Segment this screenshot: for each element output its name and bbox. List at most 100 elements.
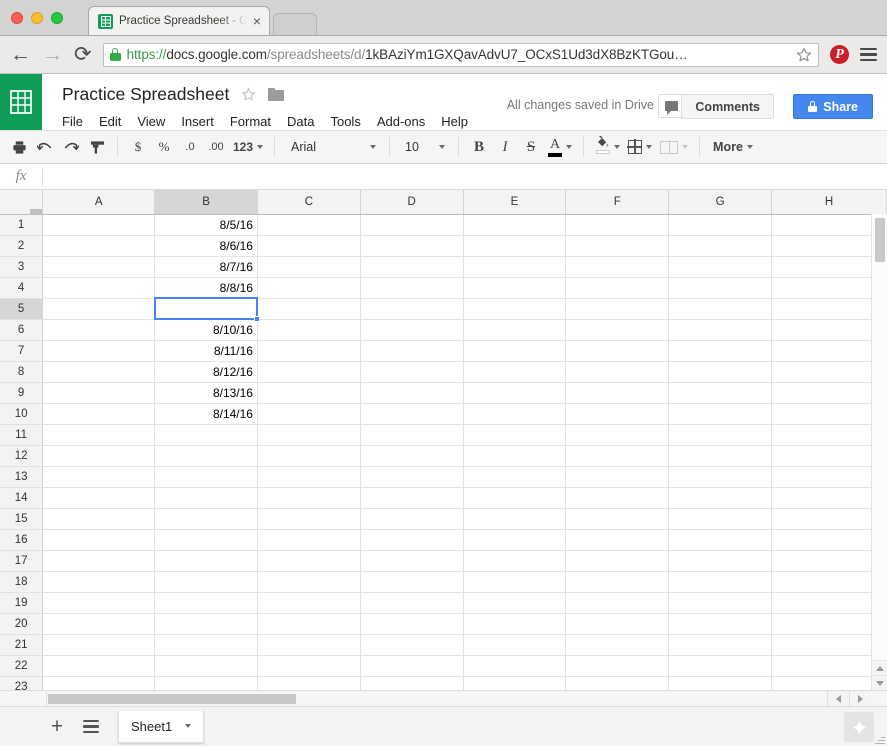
strikethrough-button[interactable]: S [518,134,544,160]
cell-C18[interactable] [257,571,360,592]
row-header-3[interactable]: 3 [0,256,43,277]
cell-G2[interactable] [669,235,772,256]
cell-E11[interactable] [463,424,566,445]
row-header-10[interactable]: 10 [0,403,43,424]
cell-C12[interactable] [257,445,360,466]
cell-F5[interactable] [566,298,669,319]
cell-H8[interactable] [771,361,886,382]
star-document-icon[interactable] [241,87,256,102]
cell-A1[interactable] [43,214,155,235]
column-header-f[interactable]: F [566,190,669,214]
cell-C11[interactable] [257,424,360,445]
sheets-logo[interactable] [0,74,42,130]
cell-E16[interactable] [463,529,566,550]
reload-icon[interactable]: ⟳ [74,44,92,65]
document-title[interactable]: Practice Spreadsheet [62,84,229,105]
cell-H12[interactable] [771,445,886,466]
cell-D3[interactable] [360,256,463,277]
row-header-17[interactable]: 17 [0,550,43,571]
print-icon[interactable] [6,134,32,160]
chevron-down-icon[interactable] [646,145,652,149]
cell-C22[interactable] [257,655,360,676]
cell-D5[interactable] [360,298,463,319]
cell-C9[interactable] [257,382,360,403]
column-header-d[interactable]: D [360,190,463,214]
cell-H3[interactable] [771,256,886,277]
new-tab-button[interactable] [273,13,317,35]
cell-D19[interactable] [360,592,463,613]
cell-E12[interactable] [463,445,566,466]
cell-H9[interactable] [771,382,886,403]
cell-B4[interactable]: 8/8/16 [155,277,258,298]
close-tab-button[interactable]: × [253,14,263,28]
fill-handle[interactable] [254,316,260,322]
cell-G16[interactable] [669,529,772,550]
bold-button[interactable]: B [466,134,492,160]
cell-F19[interactable] [566,592,669,613]
cell-D2[interactable] [360,235,463,256]
add-sheet-button[interactable]: + [40,710,74,744]
cell-G19[interactable] [669,592,772,613]
cell-B9[interactable]: 8/13/16 [155,382,258,403]
cell-D11[interactable] [360,424,463,445]
column-header-a[interactable]: A [43,190,155,214]
vertical-scrollbar[interactable] [871,214,887,690]
cell-C15[interactable] [257,508,360,529]
cell-B19[interactable] [155,592,258,613]
horizontal-scrollbar-thumb[interactable] [48,694,296,704]
cell-E2[interactable] [463,235,566,256]
cell-D22[interactable] [360,655,463,676]
cell-C5[interactable] [257,298,360,319]
percent-format-button[interactable]: % [151,134,177,160]
cell-B18[interactable] [155,571,258,592]
cell-H16[interactable] [771,529,886,550]
cell-C1[interactable] [257,214,360,235]
vertical-scrollbar-thumb[interactable] [875,218,885,262]
cell-A16[interactable] [43,529,155,550]
cell-A5[interactable] [43,298,155,319]
paint-format-icon[interactable] [84,134,110,160]
row-header-22[interactable]: 22 [0,655,43,676]
row-header-2[interactable]: 2 [0,235,43,256]
cell-A13[interactable] [43,466,155,487]
cell-D17[interactable] [360,550,463,571]
cell-E6[interactable] [463,319,566,340]
row-header-8[interactable]: 8 [0,361,43,382]
cell-C6[interactable] [257,319,360,340]
cell-F13[interactable] [566,466,669,487]
scroll-down-button[interactable] [872,675,887,690]
cell-A14[interactable] [43,487,155,508]
menu-file[interactable]: File [62,111,91,132]
cell-B20[interactable] [155,613,258,634]
menu-format[interactable]: Format [222,111,279,132]
cell-A12[interactable] [43,445,155,466]
cell-H4[interactable] [771,277,886,298]
cell-G3[interactable] [669,256,772,277]
cell-C4[interactable] [257,277,360,298]
cell-A19[interactable] [43,592,155,613]
column-header-e[interactable]: E [463,190,566,214]
cell-G6[interactable] [669,319,772,340]
maximize-window-button[interactable] [51,12,63,24]
cell-H1[interactable] [771,214,886,235]
cell-G22[interactable] [669,655,772,676]
cell-E20[interactable] [463,613,566,634]
share-button[interactable]: Share [793,94,873,119]
font-family-select[interactable]: Arial [282,134,382,160]
row-header-15[interactable]: 15 [0,508,43,529]
address-bar[interactable]: https://docs.google.com/spreadsheets/d/1… [103,43,819,67]
cell-D8[interactable] [360,361,463,382]
cell-D14[interactable] [360,487,463,508]
all-sheets-button[interactable] [74,710,108,744]
cell-E13[interactable] [463,466,566,487]
cell-F6[interactable] [566,319,669,340]
cell-H7[interactable] [771,340,886,361]
cell-H21[interactable] [771,634,886,655]
cell-G9[interactable] [669,382,772,403]
cell-F3[interactable] [566,256,669,277]
cell-H2[interactable] [771,235,886,256]
cell-A9[interactable] [43,382,155,403]
cell-G11[interactable] [669,424,772,445]
cell-A21[interactable] [43,634,155,655]
cell-A2[interactable] [43,235,155,256]
